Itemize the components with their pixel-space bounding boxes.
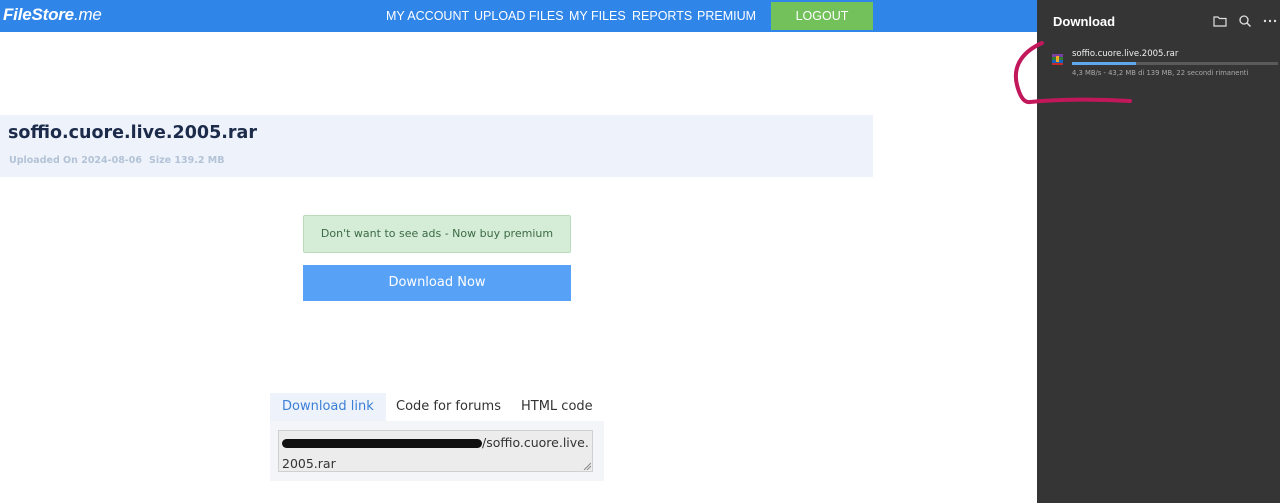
nav-my-files[interactable]: MY FILES [569, 9, 626, 23]
premium-banner[interactable]: Don't want to see ads - Now buy premium [303, 215, 571, 253]
download-now-button[interactable]: Download Now [303, 265, 571, 301]
file-info-box: soffio.cuore.live.2005.rar Uploaded On 2… [0, 115, 873, 177]
search-icon[interactable] [1237, 13, 1253, 29]
tab-html-code[interactable]: HTML code [509, 393, 605, 421]
upload-date: Uploaded On 2024-08-06 [9, 155, 142, 166]
top-nav-bar: FileStore.me MY ACCOUNT UPLOAD FILES MY … [0, 0, 1037, 32]
file-name-title: soffio.cuore.live.2005.rar [8, 123, 257, 143]
tab-code-for-forums[interactable]: Code for forums [384, 393, 513, 421]
file-size: Size 139.2 MB [149, 155, 225, 166]
more-icon[interactable] [1262, 13, 1278, 29]
nav-my-account[interactable]: MY ACCOUNT [386, 9, 469, 23]
folder-icon[interactable] [1212, 13, 1228, 29]
nav-reports[interactable]: REPORTS [632, 9, 692, 23]
nav-premium[interactable]: PREMIUM [697, 9, 756, 23]
download-panel-title: Download [1053, 14, 1116, 29]
resize-handle-icon[interactable] [583, 462, 591, 470]
redacted-url-part [282, 439, 482, 448]
tab-download-link[interactable]: Download link [270, 393, 386, 421]
annotation-mark [1013, 41, 1132, 105]
download-link-textarea[interactable]: /soffio.cuore.live.2005.rar [278, 430, 593, 472]
site-logo[interactable]: FileStore.me [3, 5, 102, 25]
logout-button[interactable]: LOGOUT [771, 2, 873, 30]
nav-upload-files[interactable]: UPLOAD FILES [474, 9, 564, 23]
